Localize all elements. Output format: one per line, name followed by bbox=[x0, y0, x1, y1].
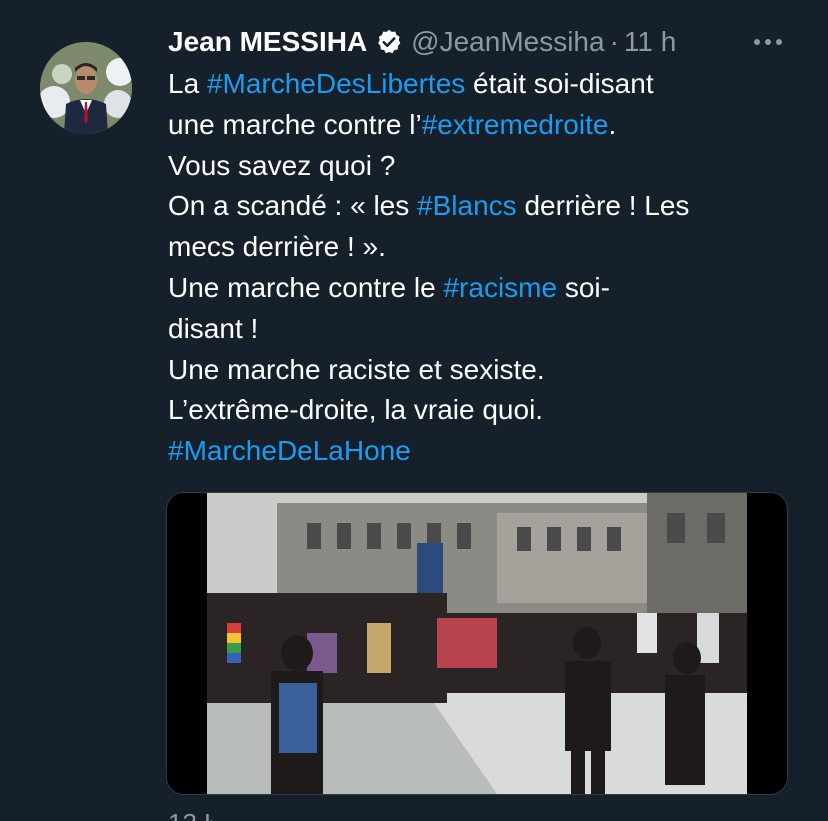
separator-dot: · bbox=[609, 26, 619, 57]
hashtag-link[interactable]: #extremedroite bbox=[422, 109, 609, 140]
tweet-header: Jean MESSIHA @JeanMessiha · 11 h bbox=[168, 22, 788, 62]
tweet-text-line: #MarcheDeLaHone bbox=[168, 431, 788, 472]
tweet-text-segment: mecs derrière ! ». bbox=[168, 231, 386, 263]
hashtag-link[interactable]: #racisme bbox=[443, 272, 557, 303]
tweet-text-segment: était soi-disant bbox=[465, 68, 654, 99]
display-name[interactable]: Jean MESSIHA bbox=[168, 26, 367, 58]
avatar[interactable] bbox=[40, 42, 132, 134]
tweet-text-segment: . bbox=[608, 108, 617, 140]
tweet-text-segment: On a scandé : « les bbox=[168, 190, 418, 222]
timestamp[interactable]: 11 h bbox=[624, 26, 676, 58]
user-handle[interactable]: @JeanMessiha bbox=[411, 26, 604, 58]
partial-footer-count: 13 Ł... bbox=[168, 808, 240, 821]
video-media[interactable] bbox=[166, 492, 788, 795]
tweet-text-line: On a scandé : « les #Blancs derrière ! L… bbox=[168, 186, 788, 227]
hashtag-link[interactable]: #MarcheDeLaHone bbox=[168, 435, 411, 466]
tweet-text-line: mecs derrière ! ». bbox=[168, 227, 788, 268]
tweet-text-line: Vous savez quoi ? bbox=[168, 146, 788, 187]
tweet-text-segment: Vous savez quoi ? bbox=[168, 149, 396, 181]
tweet-text-segment: La bbox=[168, 68, 207, 99]
tweet-text-line: une marche contre l’#extremedroite. bbox=[168, 105, 788, 146]
tweet-text-line: La #MarcheDesLibertes était soi-disant bbox=[168, 64, 788, 105]
tweet-card[interactable]: Jean MESSIHA @JeanMessiha · 11 h La #Mar… bbox=[0, 0, 828, 821]
tweet-text-line: L’extrême-droite, la vraie quoi. bbox=[168, 390, 788, 431]
tweet-text-segment: Une marche contre le bbox=[168, 271, 444, 303]
tweet-text-segment: disant ! bbox=[168, 312, 259, 344]
tweet-text-line: Une marche raciste et sexiste. bbox=[168, 350, 788, 391]
tweet-text-segment: L’extrême-droite, la vraie quoi. bbox=[168, 394, 544, 426]
hashtag-link[interactable]: #MarcheDesLibertes bbox=[207, 68, 465, 99]
tweet-text-line: disant ! bbox=[168, 309, 788, 350]
tweet-text-line: Une marche contre le #racisme soi- bbox=[168, 268, 788, 309]
tweet-text-segment: soi- bbox=[557, 271, 610, 303]
hashtag-link[interactable]: #Blancs bbox=[417, 190, 517, 221]
tweet-text-segment: une marche contre l’ bbox=[168, 108, 422, 140]
tweet-text-segment: Une marche raciste et sexiste. bbox=[168, 353, 545, 385]
more-options-icon[interactable] bbox=[748, 22, 788, 62]
verified-badge-icon bbox=[375, 28, 403, 56]
tweet-text-segment: derrière ! Les bbox=[516, 190, 690, 222]
tweet-text: La #MarcheDesLibertes était soi-disant un… bbox=[168, 64, 788, 472]
